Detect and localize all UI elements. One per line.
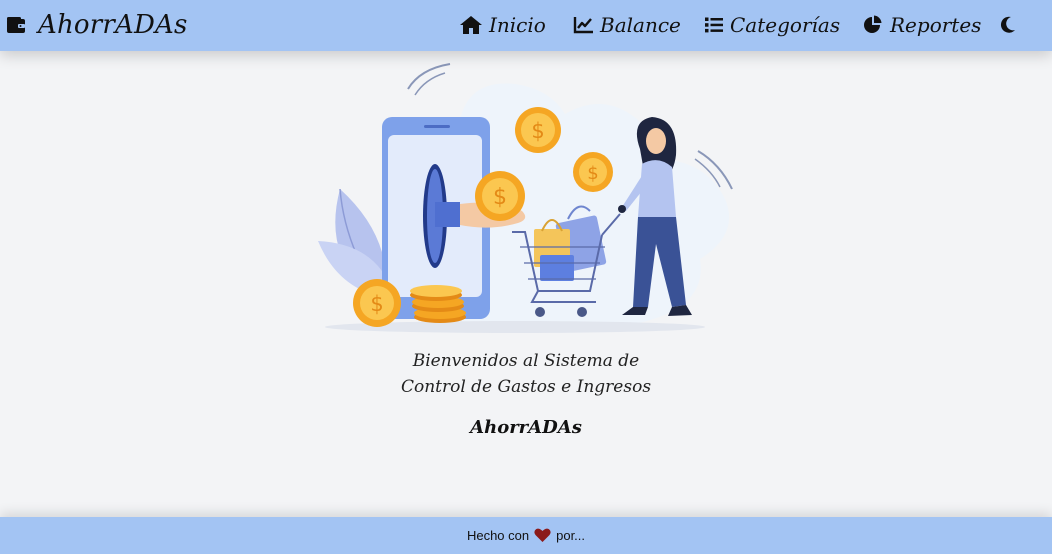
footer: Hecho con por... (0, 517, 1052, 554)
theme-toggle-button[interactable] (998, 8, 1018, 42)
coin: $ (475, 171, 525, 221)
heart-icon (534, 528, 551, 543)
moon-icon (998, 15, 1018, 35)
svg-text:$: $ (370, 292, 383, 316)
list-icon (704, 16, 724, 34)
nav-item-balance[interactable]: Balance (573, 8, 681, 42)
coin: $ (573, 152, 613, 192)
brand-link[interactable]: AhorrADAs (6, 8, 188, 42)
svg-text:$: $ (493, 185, 507, 210)
chart-line-icon (573, 16, 594, 34)
nav-item-reportes[interactable]: Reportes (862, 8, 981, 42)
app-name-heading: AhorrADAs (470, 417, 582, 438)
nav-item-label: Reportes (890, 13, 982, 37)
svg-text:$: $ (531, 119, 544, 143)
welcome-message: Bienvenidos al Sistema de Control de Gas… (0, 348, 1052, 400)
brand-name: AhorrADAs (38, 10, 188, 40)
home-icon (459, 15, 483, 35)
main-content: $ $ $ $ Bienvenidos al Sistema de Contro… (0, 51, 1052, 515)
coin-stack (410, 285, 466, 323)
nav-item-label: Inicio (489, 13, 546, 37)
coin: $ (515, 107, 561, 153)
shopping-illustration: $ $ $ $ (318, 63, 733, 333)
wallet-icon (6, 16, 26, 34)
welcome-line-2: Control de Gastos e Ingresos (400, 377, 652, 397)
footer-text-after: por... (556, 528, 586, 543)
svg-text:$: $ (587, 163, 598, 184)
nav-item-categorias[interactable]: Categorías (704, 8, 840, 42)
nav-item-label: Balance (600, 13, 681, 37)
footer-text-before: Hecho con (466, 528, 530, 543)
nav-item-label: Categorías (730, 13, 841, 37)
welcome-line-1: Bienvenidos al Sistema de (412, 351, 640, 371)
navbar: AhorrADAs Inicio Balance Categorías Repo… (0, 0, 1052, 51)
nav-item-inicio[interactable]: Inicio (459, 8, 546, 42)
coin: $ (353, 279, 401, 327)
pie-chart-icon (862, 15, 884, 35)
